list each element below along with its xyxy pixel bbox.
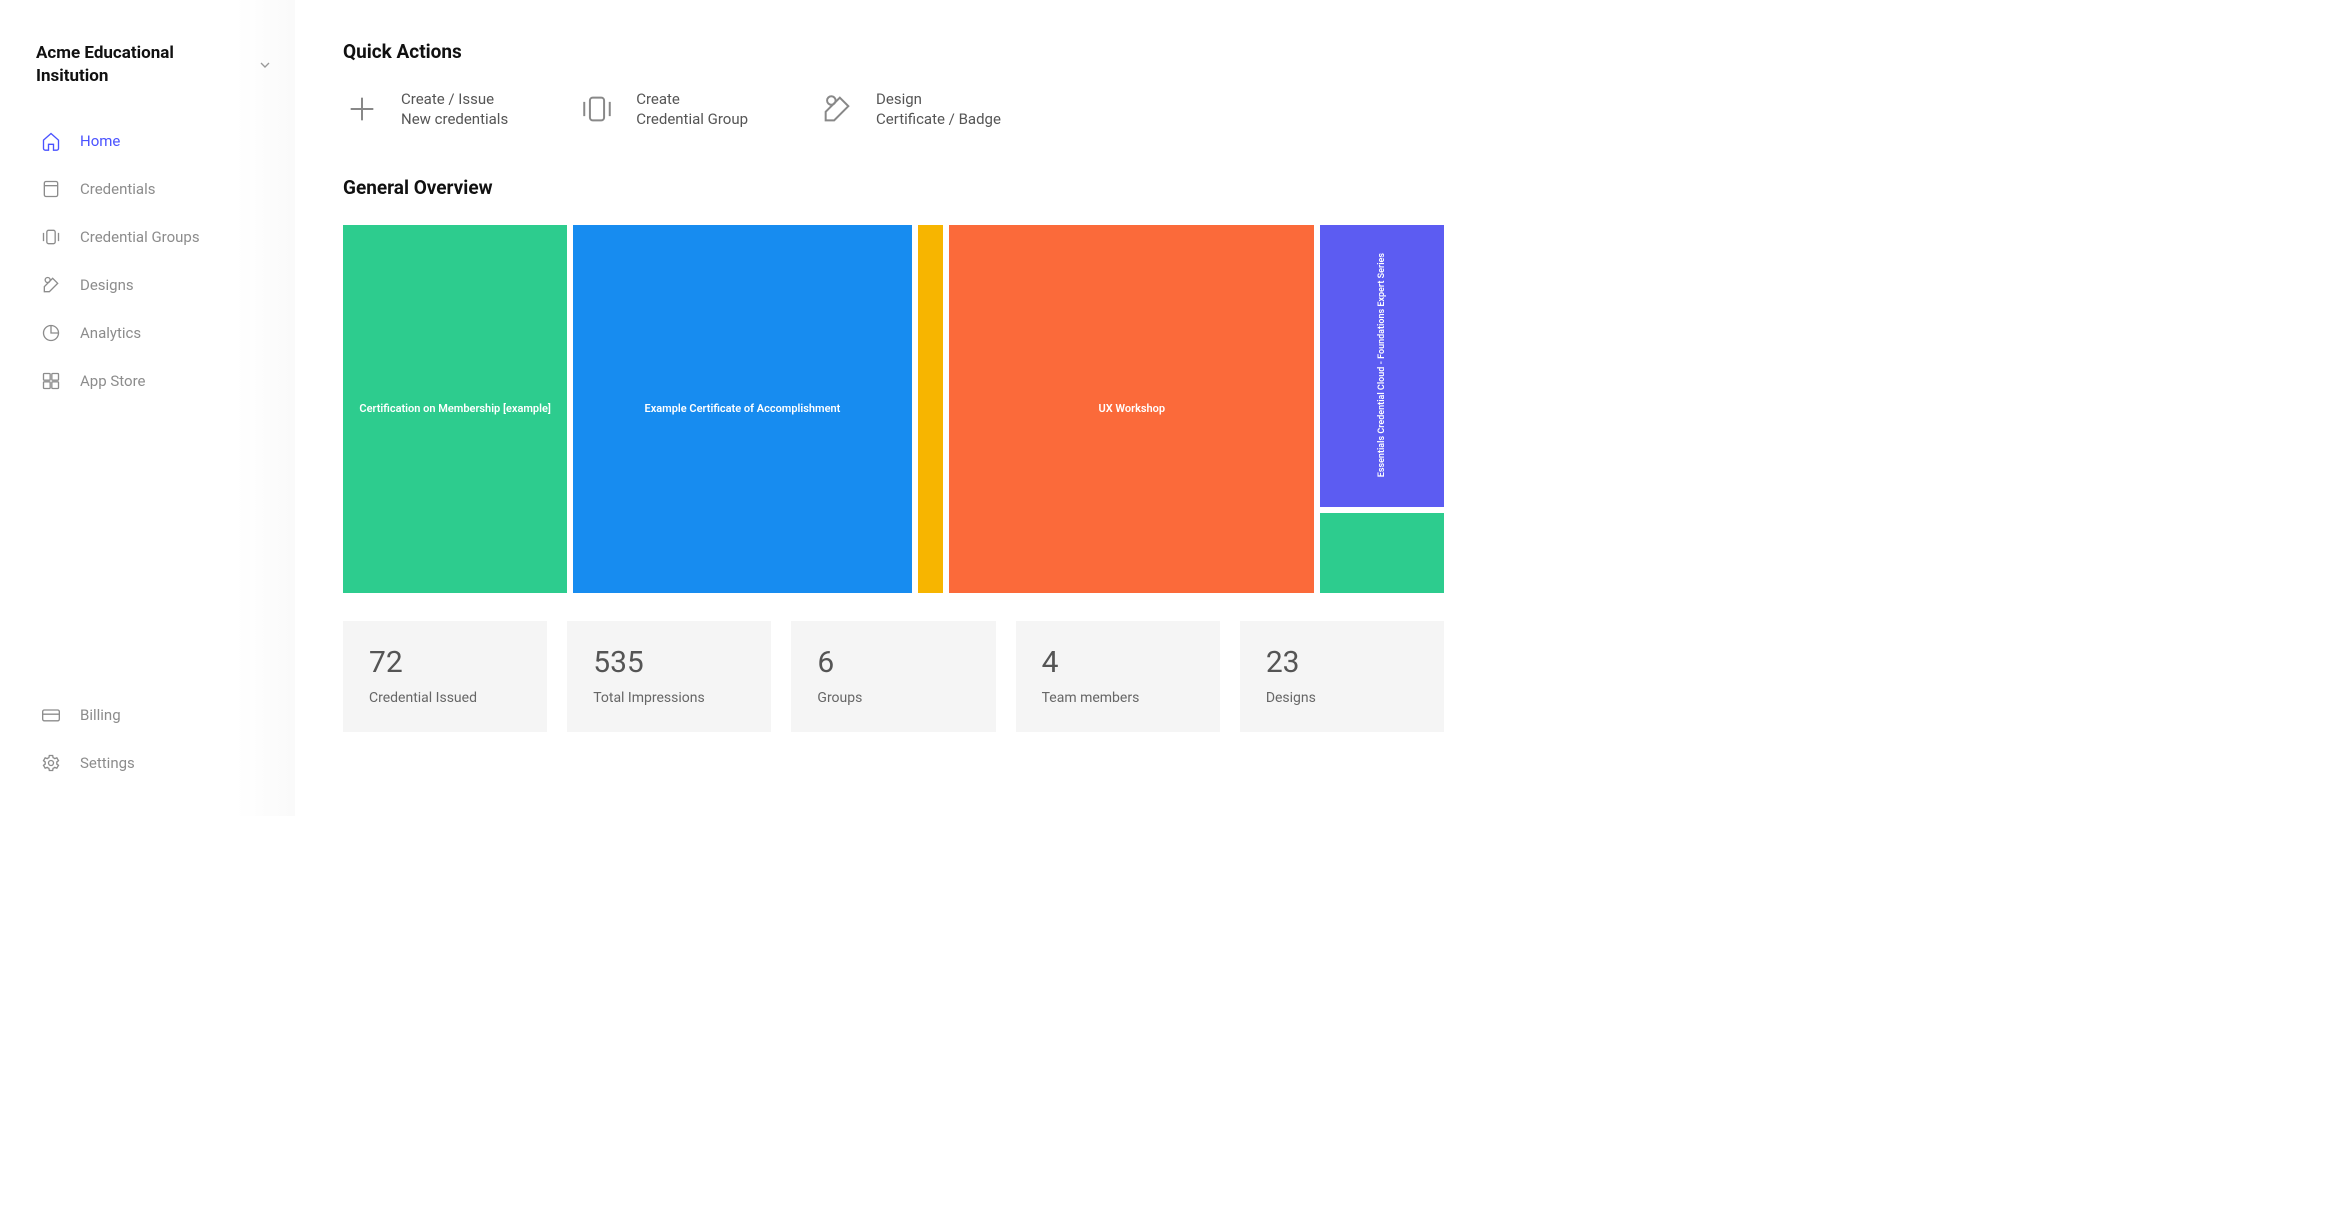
sidebar-nav: Home Credentials Credential Groups Desig… [36, 118, 273, 404]
sidebar-item-designs[interactable]: Designs [36, 262, 273, 308]
sidebar-item-label: Credential Groups [80, 228, 200, 246]
stat-label: Designs [1266, 690, 1418, 706]
group-icon [40, 226, 62, 248]
sidebar-item-billing[interactable]: Billing [36, 692, 273, 738]
quick-actions: Create / Issue New credentials Create Cr… [343, 89, 1444, 130]
sidebar-item-analytics[interactable]: Analytics [36, 310, 273, 356]
stat-card-team-members: 4 Team members [1016, 621, 1220, 732]
sidebar-bottom: Billing Settings [36, 692, 273, 786]
quick-action-create-group[interactable]: Create Credential Group [578, 89, 748, 130]
sidebar-item-credential-groups[interactable]: Credential Groups [36, 214, 273, 260]
sidebar-item-label: Designs [80, 276, 134, 294]
settings-icon [40, 752, 62, 774]
stats-row: 72 Credential Issued 535 Total Impressio… [343, 621, 1444, 732]
sidebar-item-settings[interactable]: Settings [36, 740, 273, 786]
sidebar-item-label: Settings [80, 754, 135, 772]
treemap-block[interactable]: Certification on Membership [example] [343, 225, 567, 593]
sidebar: Acme Educational Insitution Home Credent… [0, 0, 295, 816]
stat-card-groups: 6 Groups [791, 621, 995, 732]
stat-value: 23 [1266, 645, 1418, 680]
treemap-stack: Essentials Credential Cloud - Foundation… [1320, 225, 1444, 593]
treemap-label: Certification on Membership [example] [359, 402, 551, 415]
quick-action-text: Design Certificate / Badge [876, 89, 1001, 130]
stat-label: Total Impressions [593, 690, 745, 706]
quick-action-line1: Create / Issue [401, 89, 508, 109]
stat-card-impressions: 535 Total Impressions [567, 621, 771, 732]
sidebar-item-label: Analytics [80, 324, 141, 342]
treemap-chart: Certification on Membership [example] Ex… [343, 225, 1444, 593]
stat-label: Groups [817, 690, 969, 706]
stat-value: 72 [369, 645, 521, 680]
treemap-block[interactable]: Example Certificate of Accomplishment [573, 225, 911, 593]
plus-icon [343, 90, 381, 128]
chevron-down-icon [257, 57, 273, 73]
stat-card-credentials-issued: 72 Credential Issued [343, 621, 547, 732]
quick-action-line2: Certificate / Badge [876, 109, 1001, 129]
sidebar-item-credentials[interactable]: Credentials [36, 166, 273, 212]
stat-label: Team members [1042, 690, 1194, 706]
sidebar-item-label: App Store [80, 372, 145, 390]
quick-actions-title: Quick Actions [343, 40, 1444, 63]
stat-value: 535 [593, 645, 745, 680]
sidebar-item-label: Credentials [80, 180, 155, 198]
treemap-block[interactable]: Essentials Credential Cloud - Foundation… [1320, 225, 1444, 507]
overview-title: General Overview [343, 176, 1444, 199]
quick-action-text: Create / Issue New credentials [401, 89, 508, 130]
org-selector[interactable]: Acme Educational Insitution [36, 42, 273, 88]
main-content: Quick Actions Create / Issue New credent… [295, 0, 1480, 816]
group-icon [578, 90, 616, 128]
treemap-label: UX Workshop [1098, 402, 1165, 415]
quick-action-line1: Create [636, 89, 748, 109]
org-name: Acme Educational Insitution [36, 42, 226, 88]
treemap-label: Example Certificate of Accomplishment [645, 402, 841, 415]
quick-action-design[interactable]: Design Certificate / Badge [818, 89, 1001, 130]
sidebar-item-home[interactable]: Home [36, 118, 273, 164]
treemap-block[interactable] [918, 225, 944, 593]
quick-action-line2: Credential Group [636, 109, 748, 129]
stat-value: 4 [1042, 645, 1194, 680]
stat-label: Credential Issued [369, 690, 521, 706]
stat-value: 6 [817, 645, 969, 680]
quick-action-line2: New credentials [401, 109, 508, 129]
sidebar-item-label: Billing [80, 706, 121, 724]
appstore-icon [40, 370, 62, 392]
sidebar-item-label: Home [80, 132, 120, 150]
design-icon [818, 90, 856, 128]
home-icon [40, 130, 62, 152]
quick-action-create-issue[interactable]: Create / Issue New credentials [343, 89, 508, 130]
analytics-icon [40, 322, 62, 344]
sidebar-item-appstore[interactable]: App Store [36, 358, 273, 404]
credentials-icon [40, 178, 62, 200]
treemap-label: Essentials Credential Cloud - Foundation… [1377, 253, 1387, 477]
treemap-block[interactable] [1320, 513, 1444, 593]
quick-action-text: Create Credential Group [636, 89, 748, 130]
stat-card-designs: 23 Designs [1240, 621, 1444, 732]
billing-icon [40, 704, 62, 726]
treemap-block[interactable]: UX Workshop [949, 225, 1314, 593]
quick-action-line1: Design [876, 89, 1001, 109]
design-icon [40, 274, 62, 296]
